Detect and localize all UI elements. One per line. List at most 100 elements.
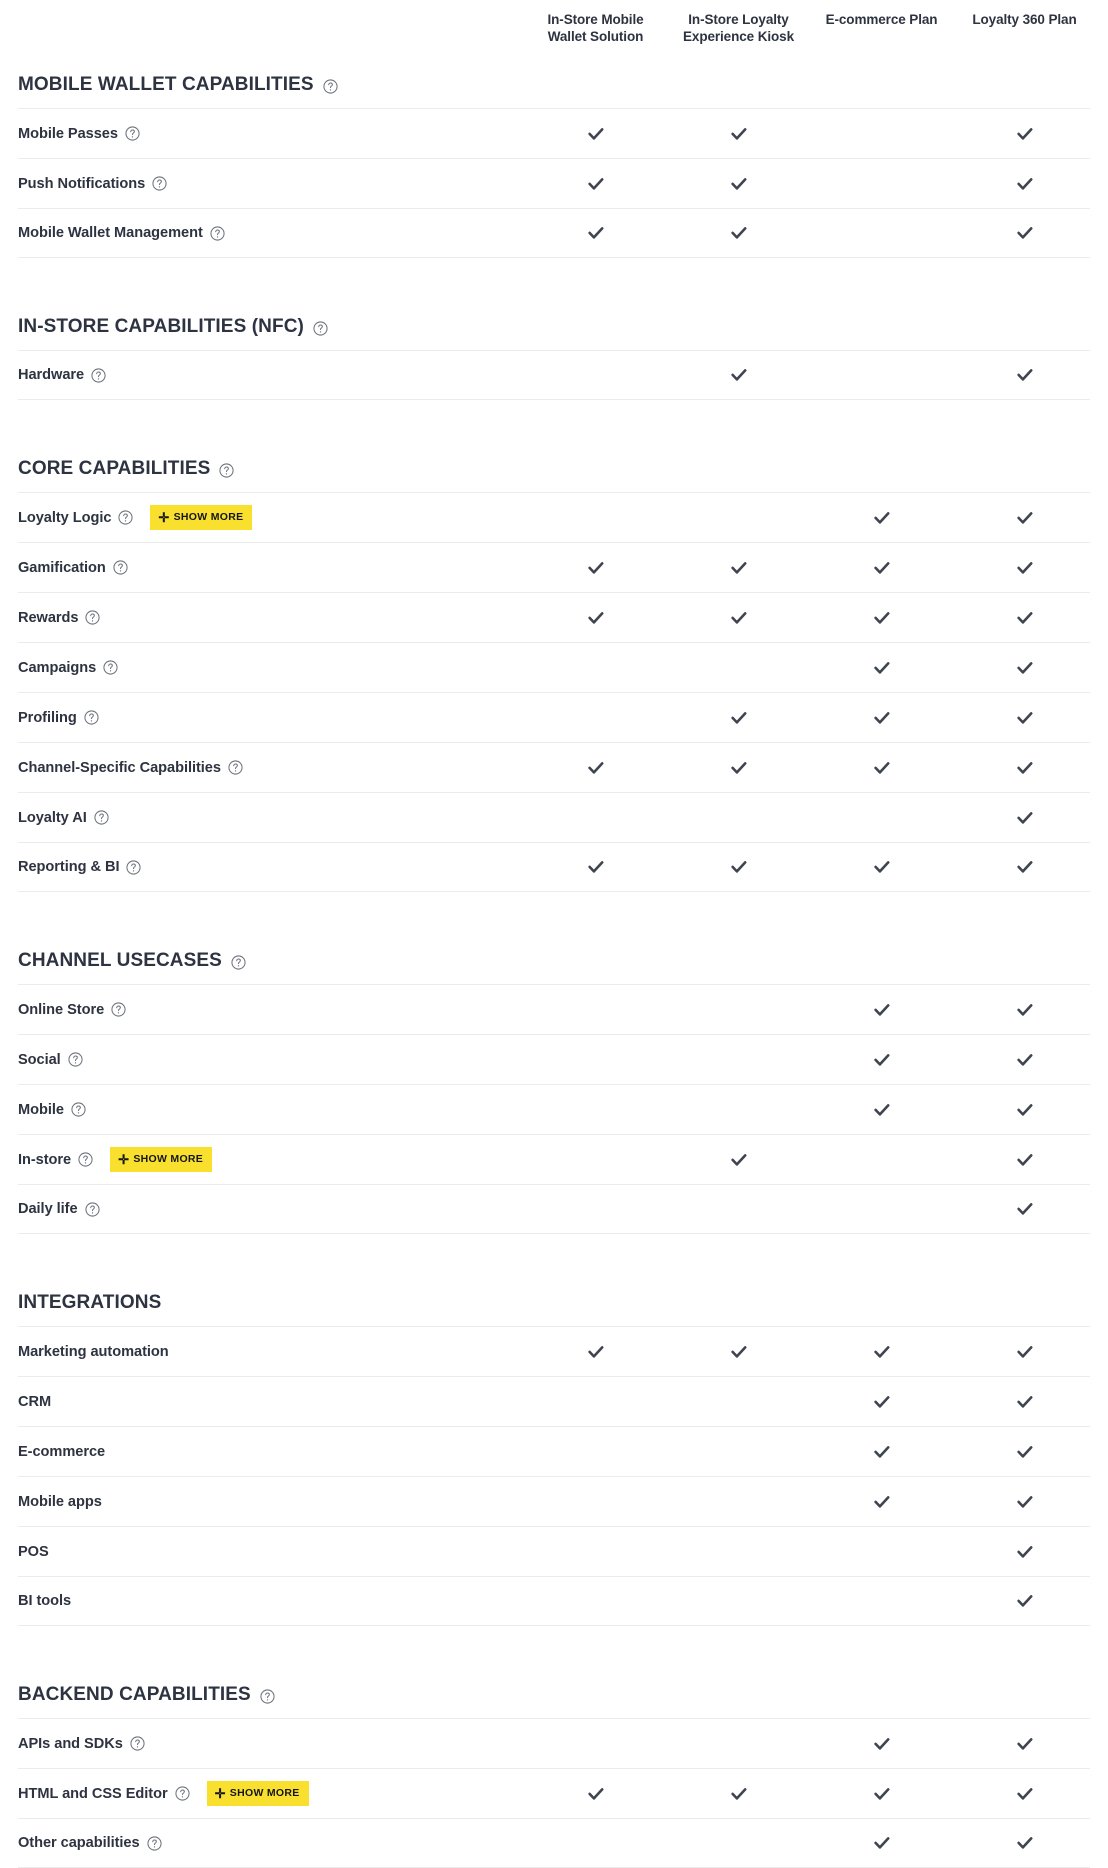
help-circle-icon-other-capabilities[interactable] xyxy=(147,1835,162,1851)
cell-bi-tools-col0 xyxy=(524,1577,667,1625)
cell-mobile-passes-col3 xyxy=(953,109,1096,158)
table-row-online-store: Online Store xyxy=(18,984,1090,1034)
help-circle-icon-profiling[interactable] xyxy=(84,710,99,725)
cell-channel-specific-capabilities-col1 xyxy=(667,743,810,792)
row-label-text: Mobile xyxy=(18,1101,64,1118)
show-more-label: SHOW MORE xyxy=(229,1787,300,1800)
check-icon xyxy=(730,175,748,193)
help-circle-icon-mobile[interactable] xyxy=(71,1102,86,1117)
row-label-apis-and-sdks: APIs and SDKs xyxy=(18,1736,524,1752)
show-more-button-html-and-css-editor[interactable]: ✛ SHOW MORE xyxy=(206,1781,309,1806)
cell-reporting-bi-col0 xyxy=(524,843,667,891)
check-icon xyxy=(587,1785,605,1803)
check-icon xyxy=(1016,1200,1034,1218)
cell-loyalty-ai-col2 xyxy=(810,793,953,842)
help-circle-icon-campaigns[interactable] xyxy=(103,660,118,675)
cell-profiling-col2 xyxy=(810,693,953,742)
check-icon xyxy=(1016,1343,1034,1361)
help-circle-icon-channel-specific-capabilities[interactable] xyxy=(228,760,243,775)
cell-daily-life-col2 xyxy=(810,1185,953,1233)
row-label-text: Mobile Wallet Management xyxy=(18,225,203,241)
cell-campaigns-col3 xyxy=(953,643,1096,692)
check-icon xyxy=(587,759,605,777)
help-circle-icon-social[interactable] xyxy=(68,1052,83,1067)
help-circle-icon-hardware[interactable] xyxy=(91,367,106,383)
help-circle-icon-push-notifications[interactable] xyxy=(152,176,167,191)
check-icon xyxy=(873,1101,891,1119)
column-header-1-line1: In-Store Loyalty xyxy=(688,12,789,27)
show-more-button-in-store[interactable]: ✛ SHOW MORE xyxy=(110,1147,213,1172)
check-icon xyxy=(730,559,748,577)
help-circle-icon-rewards[interactable] xyxy=(85,610,101,625)
row-label-text: POS xyxy=(18,1543,49,1560)
check-icon xyxy=(873,1493,891,1511)
check-icon xyxy=(1016,175,1034,193)
check-icon xyxy=(1016,858,1034,876)
check-icon xyxy=(1016,366,1034,384)
help-circle-icon-apis-and-sdks[interactable] xyxy=(130,1736,145,1751)
check-icon xyxy=(730,125,748,143)
help-circle-icon-online-store[interactable] xyxy=(111,1002,126,1017)
check-icon xyxy=(1016,559,1034,577)
row-label-loyalty-logic: Loyalty Logic ✛ SHOW MORE xyxy=(18,505,524,530)
table-row-daily-life: Daily life xyxy=(18,1184,1090,1234)
help-circle-icon-section-channel-usecases[interactable] xyxy=(231,955,246,970)
check-icon xyxy=(873,659,891,677)
help-circle-icon-gamification[interactable] xyxy=(113,560,128,575)
help-circle-icon-reporting-bi[interactable] xyxy=(126,859,142,875)
row-label-text: Rewards xyxy=(18,609,79,626)
check-icon xyxy=(730,1785,748,1803)
row-label-social: Social xyxy=(18,1052,524,1068)
row-label-reporting-bi: Reporting & BI xyxy=(18,859,524,875)
row-label-hardware: Hardware xyxy=(18,367,524,383)
cell-hardware-col0 xyxy=(524,351,667,399)
section-title-text: BACKEND CAPABILITIES xyxy=(18,1684,251,1705)
check-icon xyxy=(873,759,891,777)
sections-container: MOBILE WALLET CAPABILITIES Mobile Passes P… xyxy=(18,62,1090,1868)
help-circle-icon-section-core-capabilities[interactable] xyxy=(219,463,234,478)
section-mobile-wallet-capabilities: MOBILE WALLET CAPABILITIES Mobile Passes P… xyxy=(18,62,1090,258)
help-circle-icon-loyalty-logic[interactable] xyxy=(118,510,133,525)
help-circle-icon-mobile-passes[interactable] xyxy=(125,126,140,141)
cell-loyalty-logic-col1 xyxy=(667,493,810,542)
cell-loyalty-logic-col2 xyxy=(810,493,953,542)
section-title-text: CHANNEL USECASES xyxy=(18,950,222,971)
help-circle-icon-section-backend-capabilities[interactable] xyxy=(260,1689,275,1704)
cell-push-notifications-col1 xyxy=(667,159,810,208)
table-row-pos: POS xyxy=(18,1526,1090,1576)
check-icon xyxy=(730,1151,748,1169)
check-icon xyxy=(587,609,605,627)
check-icon xyxy=(1016,1151,1034,1169)
cell-mobile-apps-col0 xyxy=(524,1477,667,1526)
cell-gamification-col0 xyxy=(524,543,667,592)
cell-html-and-css-editor-col1 xyxy=(667,1769,810,1818)
help-circle-icon-in-store[interactable] xyxy=(78,1152,93,1167)
cell-rewards-col0 xyxy=(524,593,667,642)
help-circle-icon-mobile-wallet-management[interactable] xyxy=(210,225,225,241)
help-circle-icon-section-mobile-wallet-capabilities[interactable] xyxy=(323,79,338,94)
help-circle-icon-section-in-store-capabilities-nfc[interactable] xyxy=(313,321,328,336)
cell-bi-tools-col3 xyxy=(953,1577,1096,1625)
check-icon xyxy=(1016,224,1034,242)
cell-rewards-col1 xyxy=(667,593,810,642)
row-label-text: Mobile apps xyxy=(18,1493,102,1510)
check-icon xyxy=(873,1051,891,1069)
table-column-headers: In-Store Mobile Wallet Solution In-Store… xyxy=(18,0,1090,62)
row-label-text: BI tools xyxy=(18,1593,72,1609)
column-header-2: E-commerce Plan xyxy=(810,11,953,28)
show-more-label: SHOW MORE xyxy=(173,511,244,524)
help-circle-icon-loyalty-ai[interactable] xyxy=(94,810,109,825)
cell-mobile-apps-col3 xyxy=(953,1477,1096,1526)
help-circle-icon-html-and-css-editor[interactable] xyxy=(175,1786,190,1801)
show-more-button-loyalty-logic[interactable]: ✛ SHOW MORE xyxy=(150,505,253,530)
row-label-text: Other capabilities xyxy=(18,1835,140,1851)
section-title-text: MOBILE WALLET CAPABILITIES xyxy=(18,74,314,95)
cell-other-capabilities-col0 xyxy=(524,1819,667,1867)
help-circle-icon-daily-life[interactable] xyxy=(84,1201,100,1217)
row-label-in-store: In-store ✛ SHOW MORE xyxy=(18,1147,524,1172)
cell-mobile-col1 xyxy=(667,1085,810,1134)
cell-other-capabilities-col1 xyxy=(667,1819,810,1867)
